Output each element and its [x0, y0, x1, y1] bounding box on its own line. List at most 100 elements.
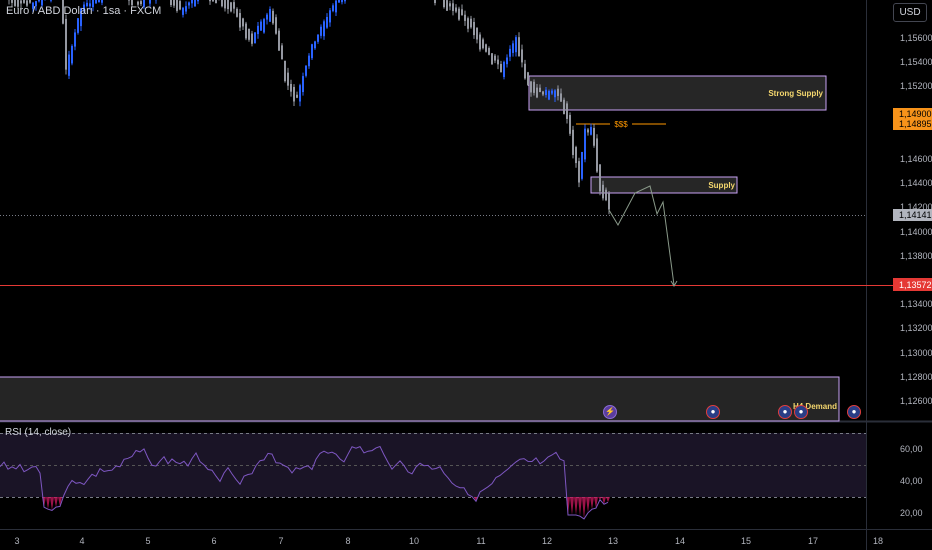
candle [95, 0, 97, 4]
candle [524, 63, 526, 79]
symbol-title[interactable]: Euro / ABD Doları · 1sa · FXCM [6, 5, 161, 17]
candle [257, 25, 259, 35]
candle [581, 151, 583, 179]
time-tick: 15 [741, 536, 751, 546]
candle [344, 0, 346, 2]
candle [554, 90, 556, 98]
candle [290, 83, 292, 92]
candle [536, 87, 538, 98]
candle [23, 0, 25, 3]
candle [20, 0, 22, 4]
candle [518, 37, 520, 57]
lightning-icon[interactable]: ⚡ [603, 405, 617, 419]
candle [320, 26, 322, 36]
candle [563, 99, 565, 114]
candle [578, 161, 580, 183]
time-tick: 12 [542, 536, 552, 546]
candle [188, 2, 190, 6]
candle [446, 0, 448, 11]
price-tick: 1,13200 [900, 323, 932, 333]
candle [338, 0, 340, 3]
candle [527, 72, 529, 85]
candle [341, 0, 343, 3]
price-tick: 1,14000 [900, 227, 932, 237]
candle [254, 32, 256, 44]
price-chart[interactable]: H4 Demand Strong Supply Supply $$$ 1,156… [0, 0, 932, 550]
price-tick: 1,13800 [900, 251, 932, 261]
candle [530, 81, 532, 93]
currency-button[interactable]: USD [893, 3, 927, 22]
candle [311, 44, 313, 59]
flag-icon[interactable]: ● [706, 405, 720, 419]
candle [599, 164, 601, 192]
candle [38, 0, 40, 2]
candle [566, 103, 568, 119]
candle [539, 87, 541, 93]
rsi-tick: 60,00 [900, 444, 923, 454]
time-tick: 8 [345, 536, 350, 546]
current-price-value: 1,14141 [899, 210, 932, 220]
time-tick: 18 [873, 536, 883, 546]
candle [584, 128, 586, 160]
candle [236, 8, 238, 17]
candle [470, 18, 472, 28]
price-tick: 1,13000 [900, 348, 932, 358]
candle [575, 147, 577, 164]
candle [29, 0, 31, 3]
candle [182, 7, 184, 15]
candle [233, 2, 235, 9]
main-pane[interactable] [0, 0, 866, 421]
price-tick: 1,13400 [900, 299, 932, 309]
candle [242, 18, 244, 27]
candle [260, 21, 262, 31]
candle [194, 0, 196, 7]
candle [101, 0, 103, 3]
candle [299, 85, 301, 102]
price-tick: 1,15200 [900, 81, 932, 91]
strong-supply-label: Strong Supply [768, 89, 823, 98]
price-tick: 1,15400 [900, 57, 932, 67]
rsi-tick: 40,00 [900, 476, 923, 486]
candle [128, 0, 130, 1]
candle [485, 44, 487, 52]
candle [521, 49, 523, 63]
price-tick: 1,12600 [900, 396, 932, 406]
candle [308, 55, 310, 67]
candle [305, 65, 307, 76]
flag-icon[interactable]: ● [847, 405, 861, 419]
candle [197, 0, 199, 2]
candle [230, 2, 232, 12]
flag-icon[interactable]: ● [794, 405, 808, 419]
candle [296, 94, 298, 98]
candle [593, 127, 595, 146]
candle [443, 0, 445, 8]
candle [269, 9, 271, 22]
candle [173, 0, 175, 6]
time-tick: 14 [675, 536, 685, 546]
candle [542, 91, 544, 95]
candle [608, 193, 610, 210]
time-tick: 11 [476, 536, 485, 546]
candle [323, 21, 325, 37]
candle [452, 3, 454, 11]
candle [605, 189, 607, 201]
candle [572, 129, 574, 155]
price-tick: 1,14400 [900, 178, 932, 188]
high-price-badge-top: 1,14900 [899, 109, 932, 119]
price-tick: 1,15600 [900, 33, 932, 43]
candle [491, 53, 493, 65]
candle [533, 81, 535, 93]
candle [587, 129, 589, 133]
price-tick: 1,12800 [900, 372, 932, 382]
high-price-badge-bottom: 1,14895 [899, 119, 932, 129]
candle [458, 8, 460, 20]
candle [278, 30, 280, 51]
flag-icon[interactable]: ● [778, 405, 792, 419]
candle [329, 10, 331, 23]
candle [500, 63, 502, 73]
supply-label: Supply [708, 181, 735, 190]
candle [263, 19, 265, 33]
candle [224, 0, 226, 9]
candle [512, 43, 514, 53]
rsi-indicator-label[interactable]: RSI (14, close) [5, 427, 71, 438]
